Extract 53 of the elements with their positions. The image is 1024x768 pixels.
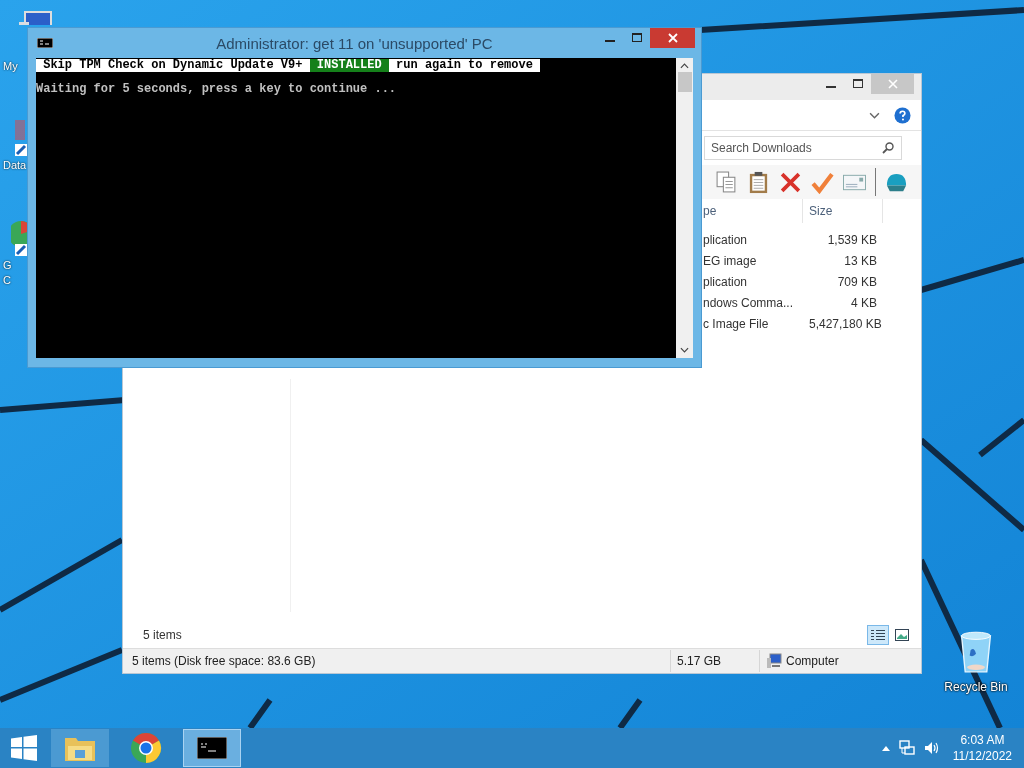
table-cell-text: 1,539 KB — [826, 232, 878, 247]
windows-logo-icon[interactable] — [11, 735, 37, 761]
browser-icon[interactable] — [130, 732, 162, 764]
volume-icon[interactable] — [923, 740, 940, 756]
close-icon[interactable] — [667, 33, 678, 43]
status-text: Computer — [786, 654, 839, 668]
scroll-down-icon[interactable] — [680, 347, 689, 353]
scroll-up-icon[interactable] — [680, 63, 689, 69]
banner-text: run again to remove — [388, 59, 541, 72]
console-taskbar-button[interactable] — [183, 729, 241, 767]
icon-label[interactable]: My — [3, 59, 18, 74]
icon-label[interactable]: Data — [3, 158, 27, 173]
scroll-thumb[interactable] — [677, 72, 692, 92]
column-header[interactable]: pe — [703, 199, 803, 223]
column-header[interactable]: Size — [803, 199, 883, 223]
show-hidden-icons-icon[interactable] — [881, 745, 890, 751]
table-cell-text: plication — [703, 274, 749, 289]
icon-label[interactable]: G — [3, 258, 12, 273]
delete-icon[interactable] — [779, 170, 802, 194]
maximize-icon[interactable] — [631, 33, 642, 43]
copy-icon[interactable] — [715, 170, 738, 194]
maximize-icon[interactable] — [852, 79, 863, 89]
status-text: 5.17 GB — [676, 654, 723, 668]
table-cell-text: ndows Comma... — [703, 295, 795, 310]
search-field[interactable]: Search Downloads — [704, 136, 902, 160]
close-button[interactable] — [650, 28, 695, 48]
help-icon[interactable] — [894, 106, 911, 124]
computer-icon — [766, 653, 782, 669]
icon-label[interactable]: C — [3, 273, 11, 288]
chevron-icon[interactable] — [869, 111, 880, 119]
clock[interactable]: 6:03 AM 11/12/2022 — [952, 732, 1012, 764]
window-title: Administrator: get 11 on 'unsupported' PC — [215, 35, 494, 52]
table-cell-text: 13 KB — [843, 253, 878, 268]
banner-text: Skip TPM Check on Dynamic Update V9+ — [36, 59, 310, 72]
checkmark-icon[interactable] — [811, 170, 834, 194]
status-badge: INSTALLED — [309, 59, 389, 72]
console-icon[interactable] — [197, 737, 227, 759]
console-line: Waiting for 5 seconds, press a key to continue ... — [36, 83, 398, 96]
table-cell-text: 4 KB — [850, 295, 878, 310]
search-icon[interactable] — [882, 142, 894, 154]
table-cell-text: c Image File — [703, 316, 770, 331]
table-cell-text: 5,427,180 KB — [808, 316, 883, 331]
console-icon — [37, 38, 53, 48]
item-count: 5 items — [143, 628, 183, 642]
scrollbar[interactable] — [676, 58, 693, 358]
network-icon[interactable] — [898, 740, 915, 756]
table-cell-text: 709 KB — [836, 274, 878, 289]
chrome-shortcut-icon[interactable] — [11, 218, 27, 258]
clipboard-icon[interactable] — [747, 170, 770, 194]
table-cell-text: EG image — [703, 253, 758, 268]
recycle-bin-icon[interactable] — [958, 630, 994, 674]
table-cell-text: plication — [703, 232, 749, 247]
status-text: 5 items (Disk free space: 83.6 GB) — [131, 654, 317, 668]
